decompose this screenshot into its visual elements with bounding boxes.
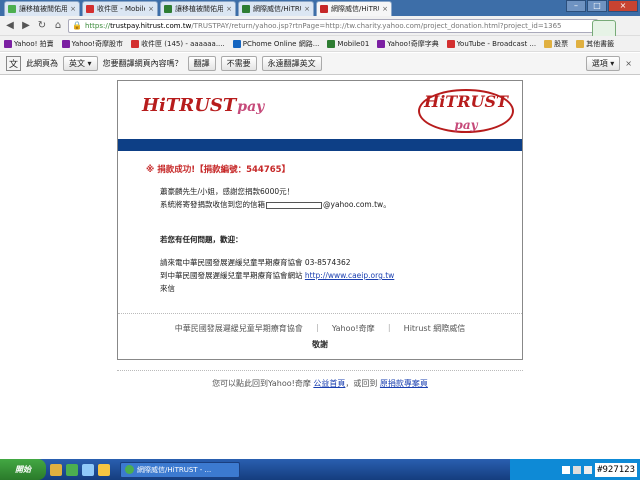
taskbar: 開始 網際威信/HiTRUST - ... #927123 bbox=[0, 459, 640, 480]
clock: #927123 bbox=[595, 462, 637, 477]
folder-icon bbox=[576, 39, 585, 48]
network-icon[interactable] bbox=[573, 465, 582, 474]
chrome-icon[interactable] bbox=[66, 463, 78, 476]
bookmark-item[interactable]: YouTube - Broadcast ... bbox=[446, 39, 536, 48]
close-tab-icon[interactable]: × bbox=[70, 5, 76, 13]
folder-icon bbox=[544, 39, 553, 48]
bookmark-item[interactable]: Yahoo!奇摩股市 bbox=[61, 39, 123, 49]
address-path: /TRUSTPAY/return/yahoo.jsp?rtnPage=http:… bbox=[191, 21, 562, 30]
always-translate-button[interactable]: 永遠翻譯英文 bbox=[261, 56, 322, 71]
bookmark-item[interactable]: Yahoo!奇摩字典 bbox=[377, 39, 439, 49]
contact-mail: 來信 bbox=[160, 284, 175, 293]
address-host: trustpay.hitrust.com.tw bbox=[110, 21, 192, 30]
tab-1[interactable]: 讓移植被閒佑用身心障礙× bbox=[4, 1, 80, 16]
tab-4[interactable]: 網際威信/HiTRUST× bbox=[238, 1, 314, 16]
hitrust-logo-left: HiTRUSTpay bbox=[142, 95, 265, 116]
tab-title: 收件匣 - Mobile01 bbox=[97, 5, 145, 13]
bookmark-folder-other[interactable]: 其他書籤 bbox=[576, 39, 614, 49]
tab-favicon-icon bbox=[8, 5, 16, 13]
masked-email bbox=[266, 201, 322, 209]
bookmark-item[interactable]: Mobile01 bbox=[327, 39, 369, 48]
bookmark-favicon-icon bbox=[232, 39, 241, 48]
contact-website: 到中華民國發展遲緩兒童早期療育協會網站 http://www.caeip.org… bbox=[160, 271, 395, 280]
options-button[interactable]: 選項 ▾ bbox=[585, 56, 621, 71]
toolbar: ◀ ▶ ↻ ⌂ 🔒 https:// trustpay.hitrust.com.… bbox=[0, 16, 640, 36]
folder-icon[interactable] bbox=[98, 463, 110, 476]
tab-title: 讓移植被閒佑用身心障礙 bbox=[19, 5, 67, 13]
bookmark-favicon-icon bbox=[131, 39, 140, 48]
start-button[interactable]: 開始 bbox=[0, 459, 46, 480]
tab-favicon-icon bbox=[320, 5, 328, 13]
header-bar bbox=[118, 139, 522, 151]
bookmark-favicon-icon bbox=[446, 39, 455, 48]
tab-3[interactable]: 讓移植被閒佑用身心障礙× bbox=[160, 1, 236, 16]
bookmark-folder[interactable]: 股票 bbox=[544, 39, 568, 49]
bookmark-item[interactable]: Yahoo! 拍賣 bbox=[4, 39, 54, 49]
translate-prefix: 此網頁為 bbox=[26, 59, 59, 68]
close-tab-icon[interactable]: × bbox=[148, 5, 154, 13]
taskbar-item[interactable]: 網際威信/HiTRUST - ... bbox=[120, 461, 240, 478]
close-window-icon[interactable]: × bbox=[608, 0, 638, 12]
thanks-line: 蕭豪麟先生/小姐，感謝您捐款6000元！ bbox=[160, 187, 295, 196]
home-icon[interactable]: ⌂ bbox=[52, 19, 64, 33]
bookmark-item[interactable]: 收件匣 (145) - aaaaaa.... bbox=[131, 39, 225, 49]
tray-icon[interactable] bbox=[562, 465, 571, 474]
address-scheme: https:// bbox=[84, 21, 111, 30]
divider bbox=[117, 370, 523, 371]
close-translate-icon[interactable]: × bbox=[625, 59, 632, 68]
tab-title: 讓移植被閒佑用身心障礙 bbox=[175, 5, 223, 13]
maximize-icon[interactable]: □ bbox=[587, 0, 607, 12]
language-select[interactable]: 英文 ▾ bbox=[63, 56, 98, 71]
hitrust-logo-right: HiTRUST pay bbox=[418, 89, 514, 133]
volume-icon[interactable] bbox=[584, 465, 593, 474]
forward-icon[interactable]: ▶ bbox=[20, 19, 32, 33]
tab-favicon-icon bbox=[86, 5, 94, 13]
tab-title: 網際威信/HiTRUST bbox=[331, 5, 379, 13]
tab-strip: 讓移植被閒佑用身心障礙× 收件匣 - Mobile01× 讓移植被閒佑用身心障礙… bbox=[0, 0, 640, 16]
tab-title: 網際威信/HiTRUST bbox=[253, 5, 301, 13]
no-thanks-button[interactable]: 不需要 bbox=[220, 56, 257, 71]
bookmarks-bar: Yahoo! 拍賣 Yahoo!奇摩股市 收件匣 (145) - aaaaaa.… bbox=[0, 36, 640, 52]
address-bar[interactable]: 🔒 https:// trustpay.hitrust.com.tw /TRUS… bbox=[68, 18, 598, 33]
bookmark-favicon-icon bbox=[61, 39, 70, 48]
translate-icon: 文 bbox=[6, 56, 22, 71]
tab-2[interactable]: 收件匣 - Mobile01× bbox=[82, 1, 158, 16]
translate-button[interactable]: 翻譯 bbox=[187, 56, 216, 71]
chrome-icon bbox=[125, 465, 134, 474]
card-header: HiTRUSTpay HiTRUST pay bbox=[118, 81, 522, 139]
close-tab-icon[interactable]: × bbox=[304, 5, 310, 13]
window-controls: – □ × bbox=[566, 0, 638, 12]
caeip-link[interactable]: http://www.caeip.org.tw bbox=[305, 271, 394, 280]
translate-question: 您要翻譯網頁內容嗎？ bbox=[102, 59, 183, 68]
translate-bar: 文 此網頁為 英文 ▾ 您要翻譯網頁內容嗎？ 翻譯 不需要 永遠翻譯英文 選項 … bbox=[0, 53, 640, 75]
donation-result-card: HiTRUSTpay HiTRUST pay ※ 捐款成功!【捐款編號：54476… bbox=[117, 80, 523, 360]
reload-icon[interactable]: ↻ bbox=[36, 19, 48, 33]
close-tab-icon[interactable]: × bbox=[382, 5, 388, 13]
bookmark-favicon-icon bbox=[327, 39, 336, 48]
minimize-icon[interactable]: – bbox=[566, 0, 586, 12]
success-heading: ※ 捐款成功!【捐款編號：544765】 bbox=[146, 165, 291, 175]
charity-home-link[interactable]: 公益首頁 bbox=[313, 379, 345, 388]
original-project-link[interactable]: 原捐款專案頁 bbox=[380, 379, 428, 388]
lock-icon: 🔒 bbox=[72, 21, 82, 30]
tab-5-active[interactable]: 網際威信/HiTRUST× bbox=[316, 1, 392, 16]
tab-favicon-icon bbox=[242, 5, 250, 13]
email-line: 系統將寄發捐款收信到您的信箱 @yahoo.com.tw。 bbox=[160, 200, 391, 209]
close-tab-icon[interactable]: × bbox=[226, 5, 232, 13]
tab-favicon-icon bbox=[164, 5, 172, 13]
card-footer-links: 中華民國發展遲緩兒童早期療育協會 ｜ Yahoo!奇摩 ｜ Hitrust 網際… bbox=[174, 324, 466, 333]
bookmark-favicon-icon bbox=[4, 39, 12, 48]
thanks-text: 敬謝 bbox=[312, 340, 328, 349]
quicklaunch-icon[interactable] bbox=[50, 463, 62, 476]
divider bbox=[118, 313, 522, 314]
bookmark-favicon-icon bbox=[377, 39, 386, 48]
system-tray: #927123 bbox=[510, 459, 640, 480]
page-footer: 您可以點此回到Yahoo!奇摩 公益首頁，或回到 原捐款專案頁 bbox=[212, 379, 428, 388]
contact-phone: 請來電中華民國發展遲緩兒童早期療育協會 03-8574362 bbox=[160, 258, 351, 267]
bookmark-item[interactable]: PChome Online 網路... bbox=[232, 39, 319, 49]
back-icon[interactable]: ◀ bbox=[4, 19, 16, 33]
quicklaunch-icon[interactable] bbox=[82, 463, 94, 476]
question-heading: 若您有任何問題，歡迎： bbox=[160, 235, 243, 244]
